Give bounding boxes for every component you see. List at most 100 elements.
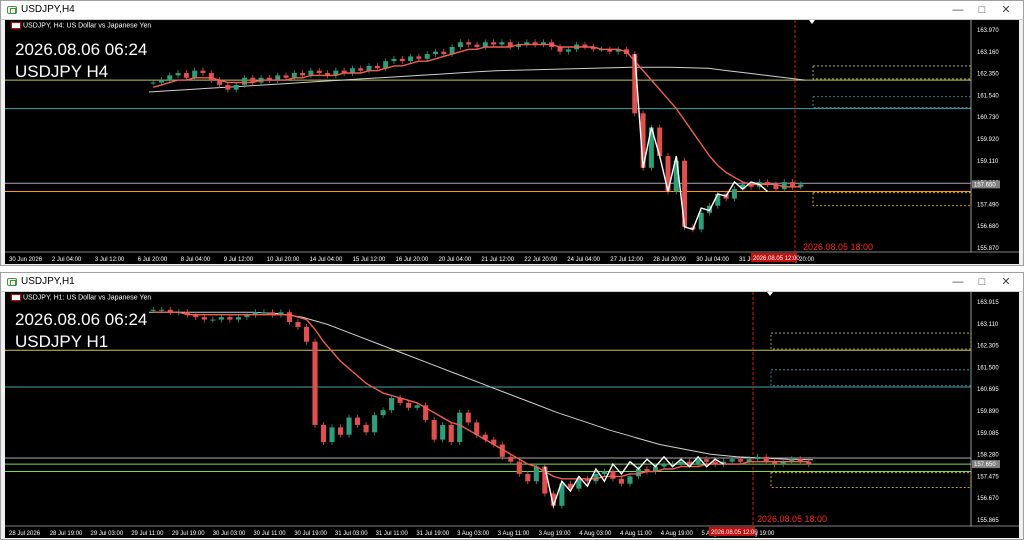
close-icon[interactable]: ✕ [995, 274, 1017, 290]
candle-body [482, 42, 488, 47]
candle-body [200, 70, 206, 74]
symbol-description: USDJPY, H1: US Dollar vs Japanese Yen [23, 294, 152, 302]
overlay-datetime: 2026.08.06 06:24 [15, 310, 148, 329]
candle-body [363, 424, 369, 433]
close-icon[interactable]: ✕ [995, 2, 1017, 18]
candle-body [731, 189, 737, 199]
candle-body [738, 459, 744, 462]
candle-body [678, 461, 684, 465]
candle-body [225, 84, 231, 90]
candle-body [150, 309, 156, 311]
price-axis-label: 162.350 [977, 72, 999, 78]
time-axis-label: 9 Jul 12:00 [224, 257, 254, 263]
time-axis-label: 30 Jul 19:00 [294, 531, 327, 537]
price-axis-label: 163.160 [977, 50, 999, 56]
candle-body [329, 427, 335, 443]
candle-body [295, 322, 301, 327]
shift-marker-icon [809, 20, 815, 24]
time-axis-label: 28 Jul 19:00 [50, 531, 83, 537]
current-price-text: 157.650 [974, 182, 996, 188]
candle-body [533, 466, 539, 482]
candle-body [491, 42, 497, 45]
price-axis-label: 163.970 [977, 28, 999, 34]
moving-average-fast [153, 43, 801, 188]
price-axis-label: 159.890 [977, 409, 999, 415]
candle-body [192, 70, 198, 78]
window-titlebar[interactable]: USDJPY,H1 — □ ✕ [1, 273, 1023, 292]
price-axis-label: 157.475 [977, 474, 999, 480]
time-axis-label: 24 Jul 04:00 [567, 257, 600, 263]
candle-body [474, 44, 480, 47]
candle-body [698, 212, 704, 230]
time-axis-label: 8 Jul 04:00 [181, 257, 211, 263]
current-price-text: 157.650 [974, 462, 996, 468]
candle-body [441, 51, 447, 55]
chart-canvas[interactable]: 163.915 163.110 162.305 161.500 160.695 159.8… [5, 292, 1019, 538]
candle-body [337, 427, 344, 435]
candle-body [201, 317, 207, 320]
time-axis-label: 20 Jul 04:00 [439, 257, 472, 263]
time-axis-label: 28 Jul 20:00 [653, 257, 686, 263]
price-axis-label: 155.870 [977, 246, 999, 252]
overlay-symbol: USDJPY H4 [15, 62, 109, 81]
candle-body [218, 317, 224, 320]
time-axis-label: 29 Jul 11:00 [131, 531, 164, 537]
candle-body [380, 410, 386, 416]
candle-body [627, 476, 633, 484]
shift-marker-icon [767, 292, 773, 296]
candle-body [242, 77, 247, 85]
current-time-text: 2026.08.05 12:00 [753, 256, 800, 262]
candle-body [565, 49, 571, 52]
price-chart[interactable]: 163.970 163.160 162.350 161.540 160.730 159.9… [5, 20, 1019, 264]
candle-body [308, 70, 314, 76]
maximize-icon[interactable]: □ [971, 2, 993, 18]
candle-body [465, 412, 471, 423]
candle-body [661, 464, 667, 467]
candle-body [414, 405, 420, 408]
time-axis-label: 6 Jul 20:00 [138, 257, 168, 263]
chart-window-icon [7, 278, 17, 286]
time-axis-label: 30 Jun 2026 [9, 257, 43, 263]
chart-window-h4[interactable]: USDJPY,H4 — □ ✕ 163.970 163.160 162.350 161… [0, 0, 1024, 266]
overlay-datetime: 2026.08.06 06:24 [15, 40, 148, 59]
maximize-icon[interactable]: □ [971, 274, 993, 290]
price-axis-label: 159.085 [977, 431, 999, 437]
flag-icon [11, 294, 21, 301]
price-zone [770, 332, 972, 350]
time-axis-label: 4 Aug 11:00 [620, 531, 652, 537]
candle-body [424, 54, 430, 59]
candle-body [167, 75, 173, 81]
symbol-header: USDJPY, H1: US Dollar vs Japanese Yen [11, 294, 151, 301]
time-axis-label: 31 Jul 03:00 [335, 531, 368, 537]
vertical-line-label: 2026.08.05 18:00 [803, 242, 874, 252]
candle-body [755, 456, 761, 460]
candle-body [355, 417, 361, 425]
time-axis-label: 30 Jul 04:00 [696, 257, 729, 263]
minimize-icon[interactable]: — [947, 274, 969, 290]
time-axis-label: 3 Aug 19:00 [539, 531, 572, 537]
price-axis-label: 163.110 [977, 322, 999, 328]
candle-body [235, 317, 241, 320]
candle-body [366, 65, 372, 71]
candle-body [508, 456, 514, 462]
candle-body [303, 326, 310, 342]
price-axis-label: 160.730 [977, 115, 999, 121]
window-titlebar[interactable]: USDJPY,H4 — □ ✕ [1, 1, 1023, 20]
candle-body [431, 420, 437, 440]
vertical-line-label: 2026.08.05 18:00 [757, 514, 828, 524]
time-axis-label: 4 Aug 03:00 [579, 531, 612, 537]
price-chart[interactable]: 163.915 163.110 162.305 161.500 160.695 159.8… [5, 292, 1019, 538]
price-axis-label: 160.695 [977, 387, 999, 393]
symbol-description: USDJPY, H4: US Dollar vs Japanese Yen [23, 22, 152, 30]
price-axis-label: 155.865 [977, 518, 999, 524]
candle-body [300, 73, 306, 76]
time-axis-label: 16 Jul 20:00 [396, 257, 429, 263]
candle-body [618, 478, 625, 484]
price-zone [770, 369, 972, 387]
chart-window-h1[interactable]: USDJPY,H1 — □ ✕ 163.915 163.110 162.305 161… [0, 272, 1024, 540]
minimize-icon[interactable]: — [947, 2, 969, 18]
candle-body [389, 397, 395, 411]
price-zone [812, 65, 972, 80]
chart-canvas[interactable]: 163.970 163.160 162.350 161.540 160.730 159.9… [5, 20, 1019, 264]
candle-body [457, 412, 463, 443]
